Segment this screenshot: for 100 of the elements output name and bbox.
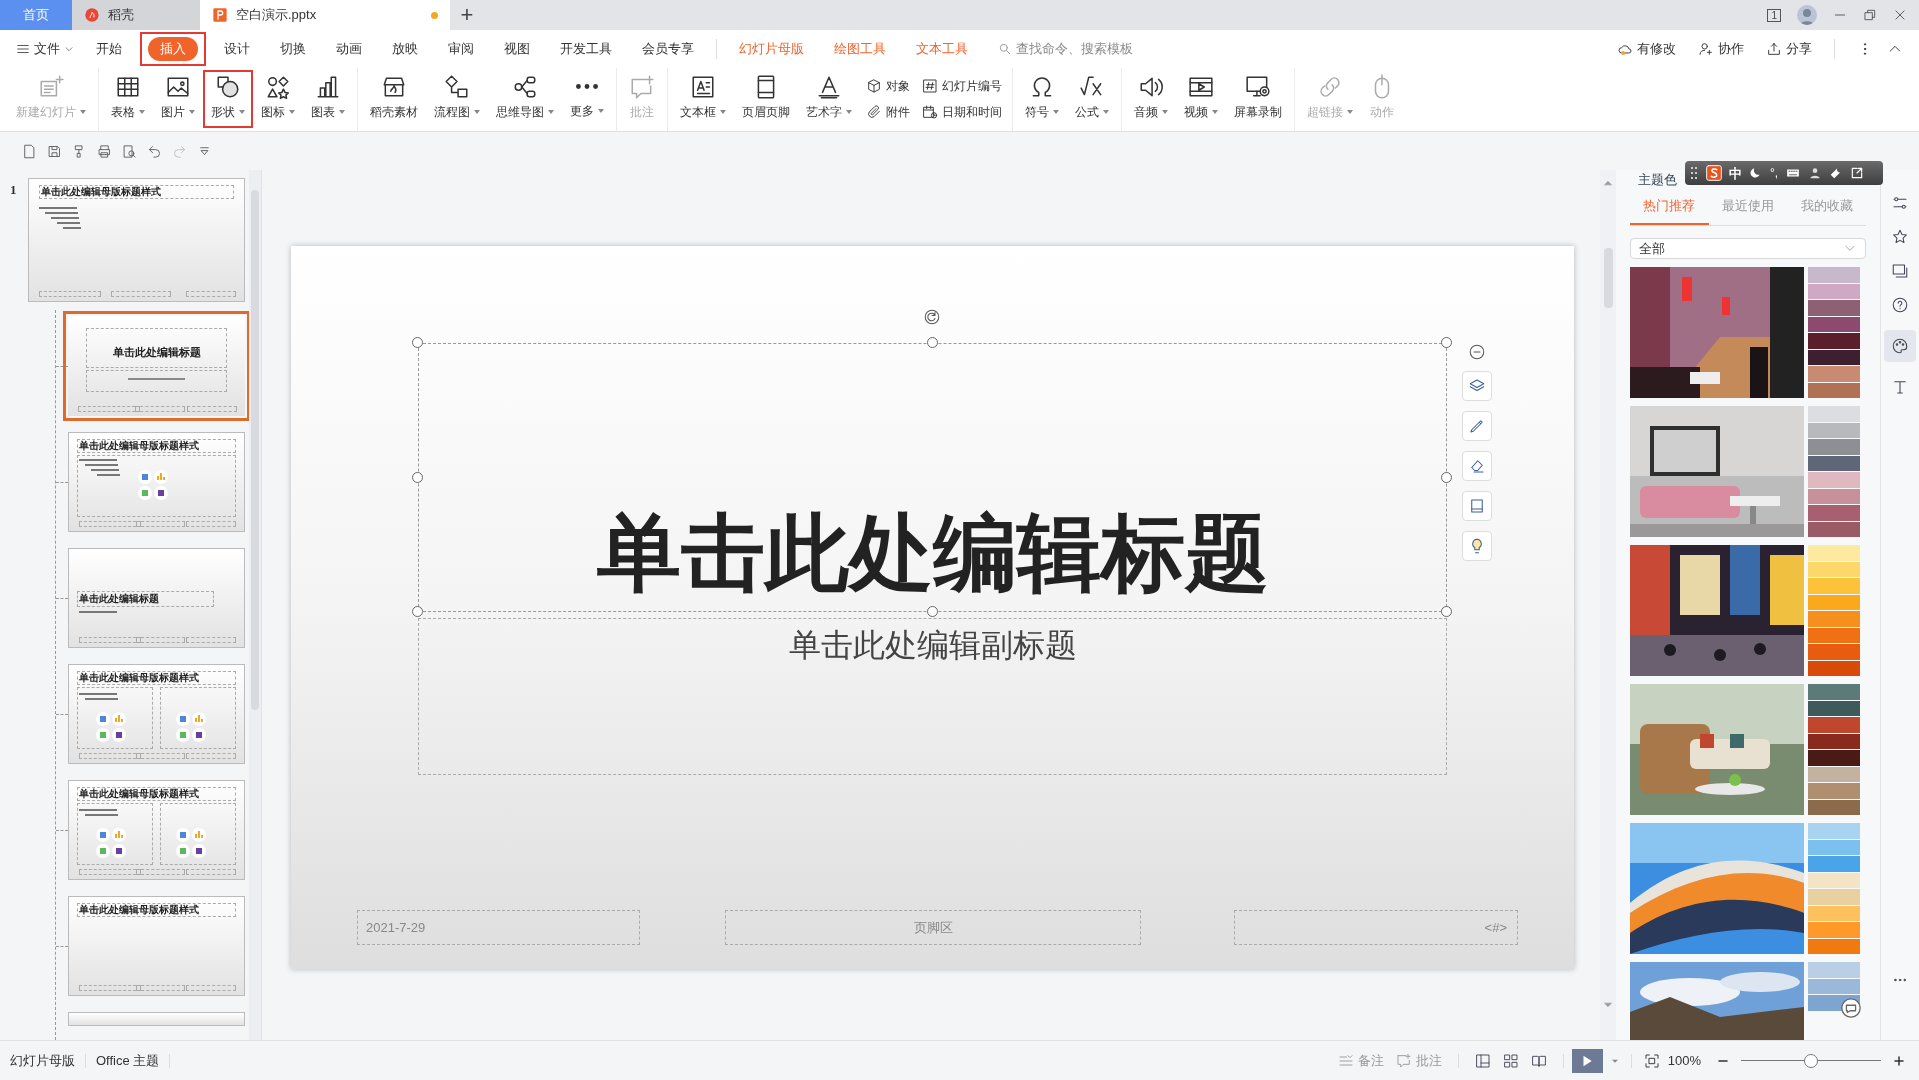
resize-handle[interactable] [412,471,423,483]
resize-handle[interactable] [1441,337,1452,348]
slide-thumbnail[interactable]: 单击此处编辑母版标题样式 [68,780,245,880]
color-swatch[interactable] [1808,799,1860,815]
scroll-up-icon[interactable] [1603,178,1613,188]
color-swatch[interactable] [1808,839,1860,855]
menu-tab[interactable]: 审阅 [436,37,486,61]
color-swatch[interactable] [1808,660,1860,676]
resize-handle[interactable] [926,337,938,348]
color-swatch[interactable] [1808,962,1860,978]
grip-icon[interactable] [1691,167,1699,179]
slider-thumb[interactable] [1804,1053,1818,1068]
color-swatch[interactable] [1808,938,1860,954]
color-swatch[interactable] [1808,611,1860,627]
ribbon-button[interactable]: 对象 [862,74,914,98]
resize-handle[interactable] [1441,606,1452,617]
filter-dropdown[interactable]: 全部 [1630,237,1866,259]
color-swatch[interactable] [1808,366,1860,382]
color-swatch[interactable] [1808,700,1860,716]
print-icon[interactable] [97,143,112,159]
fit-window-icon[interactable] [1643,1052,1660,1069]
ribbon-button[interactable]: 符号 [1019,72,1065,126]
save-icon[interactable] [47,143,62,159]
ribbon-button[interactable]: 思维导图 [490,72,560,126]
ribbon-button[interactable]: 形状 [205,72,251,126]
ribbon-button[interactable]: 附件 [862,100,914,124]
slides-icon[interactable] [1891,262,1909,280]
document-tab[interactable]: 空白演示.pptx [200,0,450,30]
float-tool-button[interactable] [1462,491,1492,521]
ribbon-button[interactable]: 音频 [1128,72,1174,126]
ribbon-button[interactable]: 页眉页脚 [736,72,796,126]
color-swatch[interactable] [1808,422,1860,438]
external-link-icon[interactable] [1850,166,1865,180]
zoom-in-icon[interactable] [1893,1054,1905,1067]
ribbon-button[interactable]: 艺术字 [800,72,858,126]
avatar[interactable] [1797,5,1817,25]
window-count-badge[interactable]: 1 [1767,8,1781,22]
scrollbar[interactable] [1600,170,1616,1040]
scrollbar[interactable] [249,170,261,1040]
text-style-icon[interactable] [1891,378,1909,396]
menu-tab[interactable]: 切换 [268,37,318,61]
color-swatch[interactable] [1808,750,1860,766]
color-swatch[interactable] [1808,505,1860,521]
color-swatch[interactable] [1808,455,1860,471]
color-swatch[interactable] [1808,905,1860,921]
color-swatch[interactable] [1808,684,1860,700]
color-swatch[interactable] [1808,333,1860,349]
normal-view-icon[interactable] [1474,1052,1491,1069]
scroll-down-icon[interactable] [1603,1000,1613,1010]
color-swatch[interactable] [1808,406,1860,422]
menu-tab[interactable]: 设计 [212,37,262,61]
document-tab[interactable]: 稻壳 [72,0,200,30]
palette-button[interactable] [1884,330,1916,362]
color-swatch[interactable] [1808,783,1860,799]
file-menu[interactable]: 文件 [12,36,78,62]
color-swatch[interactable] [1808,644,1860,660]
new-file-icon[interactable] [22,143,37,159]
ribbon-button[interactable]: 公式 [1069,72,1115,126]
slide-thumbnail[interactable]: 单击此处编辑母版标题样式 [68,664,245,764]
ime-logo-icon[interactable] [1706,165,1722,181]
slide-thumbnail[interactable]: 单击此处编辑母版标题样式 [68,896,245,996]
color-swatch[interactable] [1808,922,1860,938]
color-swatch[interactable] [1808,283,1860,299]
zoom-out-icon[interactable] [1468,343,1486,361]
zoom-level-dropdown[interactable]: 100% [1667,1050,1701,1071]
color-swatch[interactable] [1808,267,1860,283]
ribbon-button[interactable]: 表格 [105,72,151,126]
color-swatch[interactable] [1808,545,1860,561]
ribbon-button[interactable]: 更多 [564,72,610,126]
play-button[interactable] [1571,1048,1603,1073]
sliders-icon[interactable] [1891,194,1909,212]
input-mode-toggle[interactable]: 中 [1729,166,1742,180]
menu-tab[interactable]: 会员专享 [630,37,706,61]
float-tool-button[interactable] [1462,411,1492,441]
new-tab-button[interactable]: + [450,0,484,30]
ribbon-button[interactable]: 图表 [305,72,351,126]
color-swatch[interactable] [1808,594,1860,610]
color-swatch[interactable] [1808,521,1860,537]
rotate-handle-icon[interactable] [923,308,941,326]
color-swatch[interactable] [1808,978,1860,994]
ribbon-button[interactable]: 稻壳素材 [364,72,424,126]
color-swatch[interactable] [1808,889,1860,905]
slide-thumbnail[interactable]: 单击此处编辑标题 [68,548,245,648]
star-icon[interactable] [1891,228,1909,246]
ribbon-button[interactable]: 流程图 [428,72,486,126]
close-icon[interactable] [1893,8,1907,22]
color-swatch[interactable] [1808,561,1860,577]
menu-tab[interactable]: 视图 [492,37,542,61]
menu-tab[interactable]: 开发工具 [548,37,624,61]
ribbon-button[interactable]: 图标 [255,72,301,126]
toolbar-action-button[interactable]: 分享 [1758,39,1820,59]
restore-icon[interactable] [1863,8,1877,22]
search-field[interactable]: 查找命令、搜索模板 [998,39,1166,59]
scrollbar-thumb[interactable] [1603,248,1613,308]
toolbar-action-button[interactable]: 协作 [1690,39,1752,59]
ribbon-button[interactable]: 图片 [155,72,201,126]
help-icon[interactable] [1891,296,1909,314]
subtitle-placeholder[interactable]: 单击此处编辑副标题 [418,618,1447,775]
resize-handle[interactable] [926,606,938,617]
float-tool-button[interactable] [1462,451,1492,481]
